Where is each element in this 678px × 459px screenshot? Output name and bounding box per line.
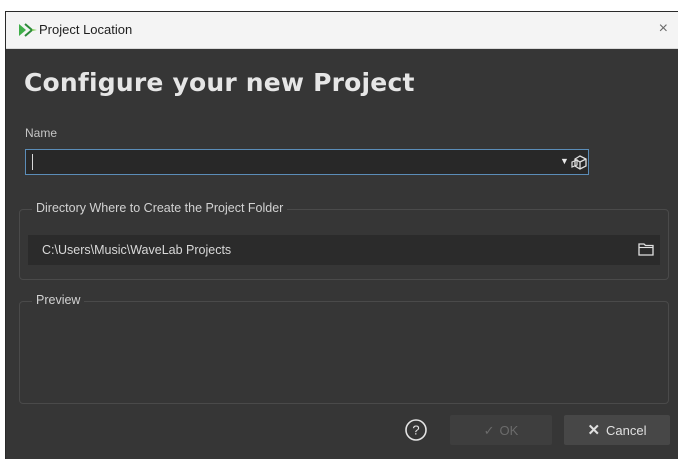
- ok-label: OK: [499, 422, 519, 438]
- preview-group-label: Preview: [32, 293, 85, 307]
- cancel-button[interactable]: ✕ Cancel: [564, 415, 670, 445]
- text-caret: [32, 154, 33, 170]
- directory-field[interactable]: C:\Users\Music\WaveLab Projects: [28, 235, 660, 265]
- preview-group: Preview: [19, 293, 669, 404]
- cancel-label: Cancel: [606, 422, 647, 438]
- directory-group: Directory Where to Create the Project Fo…: [19, 201, 669, 280]
- directory-path: C:\Users\Music\WaveLab Projects: [42, 243, 232, 257]
- x-icon: ✕: [587, 421, 601, 439]
- ok-button[interactable]: ✓ OK: [450, 415, 552, 445]
- help-label: ?: [412, 423, 419, 438]
- dropdown-arrow-icon[interactable]: ▼: [560, 156, 569, 166]
- check-icon: ✓: [483, 422, 495, 438]
- folder-icon[interactable]: [638, 242, 654, 256]
- wavelab-logo-icon: [19, 23, 37, 37]
- title-bar: Project Location ×: [6, 12, 678, 49]
- close-button[interactable]: ×: [659, 19, 668, 39]
- help-button[interactable]: ?: [404, 418, 428, 442]
- project-location-dialog: Project Location × Configure your new Pr…: [6, 12, 678, 459]
- directory-group-label: Directory Where to Create the Project Fo…: [32, 201, 288, 215]
- page-title: Configure your new Project: [24, 68, 415, 97]
- cube-browse-icon[interactable]: [571, 153, 589, 171]
- name-label: Name: [25, 126, 58, 140]
- window-title: Project Location: [39, 22, 133, 37]
- name-combobox[interactable]: ▼: [25, 149, 589, 175]
